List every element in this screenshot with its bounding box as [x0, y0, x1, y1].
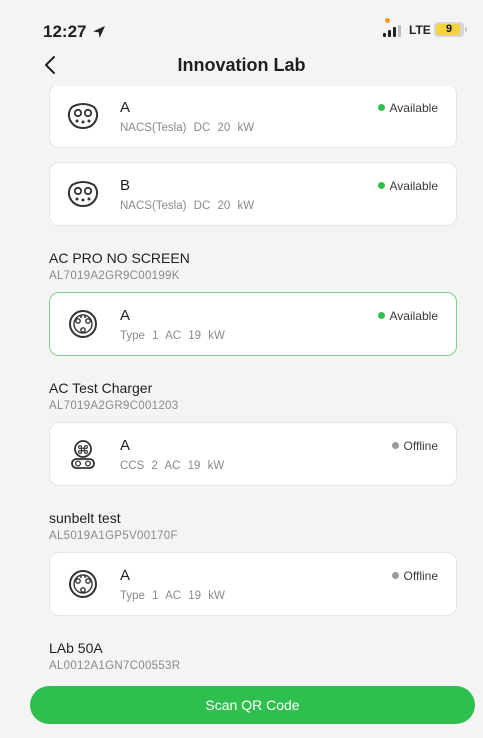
connector-name: A — [120, 307, 131, 324]
page-title: Innovation Lab — [177, 55, 306, 75]
battery-icon: 9 — [434, 22, 467, 37]
connector-name: B — [120, 177, 131, 194]
connector-card[interactable]: A Type 1 AC 19 kW Offline — [49, 552, 457, 616]
connector-specs: NACS(Tesla) DC 20 kW — [120, 200, 255, 212]
status-badge: Available — [377, 309, 438, 323]
status-badge: Offline — [391, 569, 438, 583]
connector-name: A — [120, 437, 131, 454]
connector-card[interactable]: A Type 1 AC 19 kW Available — [49, 292, 457, 356]
privacy-indicator-dot — [385, 18, 390, 23]
connector-specs: Type 1 AC 19 kW — [120, 590, 225, 602]
status-dot — [391, 442, 399, 449]
connector-name: A — [120, 567, 131, 584]
network-type: LTE — [409, 23, 431, 37]
charger-serial: AL7019A2GR9C001203 — [49, 400, 179, 412]
status-dot — [377, 104, 385, 111]
status-dot — [391, 572, 399, 579]
charger-name: sunbelt test — [49, 510, 121, 526]
charger-list[interactable]: A NACS(Tesla) DC 20 kW Available B NACS(… — [0, 86, 483, 680]
status-bar: 12:27 LTE 9 — [0, 0, 483, 48]
status-dot — [377, 182, 385, 189]
nacs-plug-icon — [67, 103, 99, 130]
status-badge: Available — [377, 101, 438, 115]
type1-plug-icon — [69, 570, 97, 598]
location-arrow-icon — [93, 26, 105, 38]
connector-card[interactable]: B NACS(Tesla) DC 20 kW Available — [49, 162, 457, 226]
ccs2-plug-icon — [71, 440, 95, 469]
cellular-signal-icon — [383, 25, 405, 37]
battery-level: 9 — [445, 23, 453, 35]
connector-specs: NACS(Tesla) DC 20 kW — [120, 122, 255, 134]
nacs-plug-icon — [67, 181, 99, 208]
charger-serial: AL0012A1GN7C00553R — [49, 660, 181, 672]
status-badge: Offline — [391, 439, 438, 453]
connector-specs: Type 1 AC 19 kW — [120, 330, 225, 342]
charger-name: AC PRO NO SCREEN — [49, 250, 190, 266]
connector-name: A — [120, 99, 131, 116]
nav-bar: Innovation Lab — [0, 48, 483, 86]
scan-qr-code-label: Scan QR Code — [205, 697, 300, 713]
connector-card[interactable]: A NACS(Tesla) DC 20 kW Available — [49, 86, 457, 148]
charger-name: LAb 50A — [49, 640, 103, 656]
charger-serial: AL5019A1GP5V00170F — [49, 530, 178, 542]
connector-specs: CCS 2 AC 19 kW — [120, 460, 225, 472]
type1-plug-icon — [69, 310, 97, 338]
connector-card[interactable]: A CCS 2 AC 19 kW Offline — [49, 422, 457, 486]
status-time: 12:27 — [43, 22, 87, 41]
charger-serial: AL7019A2GR9C00199K — [49, 270, 180, 282]
scan-qr-code-button[interactable]: Scan QR Code — [30, 686, 475, 724]
status-dot — [377, 312, 385, 319]
status-badge: Available — [377, 179, 438, 193]
charger-name: AC Test Charger — [49, 380, 153, 396]
